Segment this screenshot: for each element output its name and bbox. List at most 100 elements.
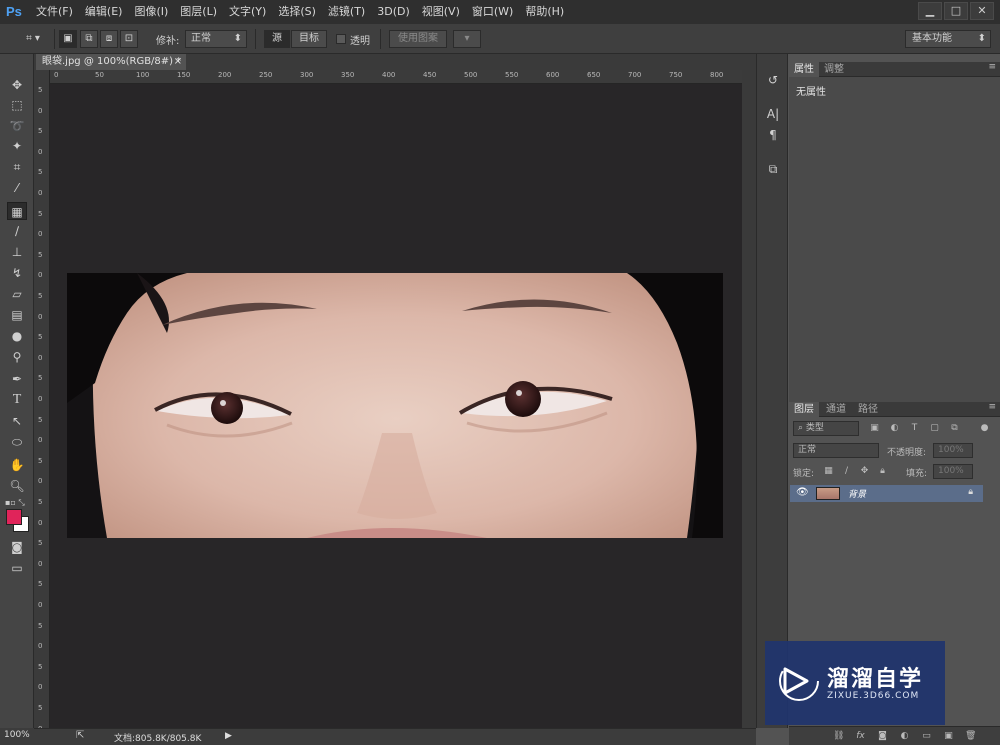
vertical-scrollbar[interactable] — [742, 70, 756, 728]
menu-filter[interactable]: 滤镜(T) — [322, 0, 371, 24]
ruler-tick-label: 500 — [464, 71, 478, 79]
character-panel-icon[interactable]: A| — [765, 106, 781, 122]
new-layer-icon[interactable]: ▣ — [943, 731, 954, 742]
filter-adjustment-icon[interactable]: ◐ — [889, 423, 900, 434]
blend-mode-select[interactable]: 正常 — [793, 443, 879, 458]
add-mask-icon[interactable]: ◙ — [877, 731, 888, 742]
paragraph-panel-icon[interactable]: ¶ — [765, 127, 781, 143]
brush-tool-icon[interactable]: ∕ — [7, 222, 27, 240]
fill-input[interactable]: 100% — [933, 464, 973, 479]
shape-tool-icon[interactable]: ⬭ — [7, 433, 27, 451]
history-brush-tool-icon[interactable]: ↯ — [7, 264, 27, 282]
tab-channels[interactable]: 通道 — [821, 402, 851, 417]
gradient-tool-icon[interactable]: ▤ — [7, 306, 27, 324]
menu-image[interactable]: 图像(I) — [128, 0, 174, 24]
patch-mode-select[interactable]: 正常 ⬍ — [185, 30, 247, 48]
patch-tool-icon[interactable]: ▦ — [7, 202, 27, 220]
tab-paths[interactable]: 路径 — [853, 402, 883, 417]
new-group-icon[interactable]: ▭ — [921, 731, 932, 742]
menu-window[interactable]: 窗口(W) — [466, 0, 519, 24]
search-icon: ⌕ — [798, 423, 806, 433]
zoom-tool-icon[interactable]: 🔍︎ — [7, 477, 27, 495]
screen-mode-icon[interactable]: ▭ — [7, 559, 27, 577]
filter-shape-icon[interactable]: ▢ — [929, 423, 940, 434]
lock-image-icon[interactable]: ∕ — [841, 466, 852, 477]
menu-type[interactable]: 文字(Y) — [223, 0, 272, 24]
target-button[interactable]: 目标 — [291, 30, 327, 48]
vertical-ruler[interactable]: 50505050505050505050505050505050 — [34, 70, 50, 733]
document-tab[interactable]: 眼袋.jpg @ 100%(RGB/8#) * × — [36, 54, 186, 70]
magic-wand-tool-icon[interactable]: ✦ — [7, 137, 27, 155]
zoom-level[interactable]: 100% — [4, 730, 30, 740]
use-pattern-button[interactable]: 使用图案 — [389, 30, 447, 48]
move-tool-icon[interactable]: ✥ — [7, 76, 27, 94]
menu-select[interactable]: 选择(S) — [272, 0, 322, 24]
default-colors-icon[interactable]: ▪▫ ⤡ — [5, 498, 25, 508]
marquee-tool-icon[interactable]: ⬚ — [7, 96, 27, 114]
layer-row[interactable]: 👁︎ 背景 🔒︎ — [790, 485, 983, 502]
menu-help[interactable]: 帮助(H) — [519, 0, 570, 24]
link-layers-icon[interactable]: ⛓ — [833, 731, 844, 742]
clone-stamp-tool-icon[interactable]: ⊥ — [7, 243, 27, 261]
panel-menu-icon[interactable]: ≡ — [988, 402, 996, 412]
horizontal-ruler[interactable]: 0 50 100 150 200 250 300 350 400 450 500 550 600 650 7… — [50, 70, 742, 84]
ruler-tick-label: 5 — [38, 662, 43, 671]
close-tab-icon[interactable]: × — [174, 54, 182, 70]
filter-type-icon[interactable]: T — [909, 423, 920, 434]
selection-new-button[interactable]: ▣ — [59, 30, 77, 48]
filter-toggle-icon[interactable]: ● — [979, 423, 990, 434]
document-image[interactable] — [67, 273, 723, 538]
history-panel-icon[interactable]: ↺ — [765, 72, 781, 88]
lock-transparent-icon[interactable]: ▦ — [823, 466, 834, 477]
filter-smart-object-icon[interactable]: ⧉ — [949, 423, 960, 434]
type-tool-icon[interactable]: T — [7, 391, 27, 409]
tool-preset-picker[interactable]: ⌗ ▾ — [18, 30, 48, 48]
close-button[interactable]: ✕ — [970, 2, 994, 20]
delete-layer-icon[interactable]: 🗑︎ — [965, 731, 976, 742]
layer-name[interactable]: 背景 — [848, 487, 866, 500]
dodge-tool-icon[interactable]: ⚲ — [7, 348, 27, 366]
menu-layer[interactable]: 图层(L) — [174, 0, 223, 24]
transparent-checkbox[interactable] — [336, 34, 346, 44]
layer-style-icon[interactable]: fx — [855, 731, 866, 742]
menu-edit[interactable]: 编辑(E) — [79, 0, 129, 24]
hand-tool-icon[interactable]: ✋ — [7, 456, 27, 474]
layer-filter-value: 类型 — [805, 423, 824, 433]
selection-add-button[interactable]: ⧉ — [80, 30, 98, 48]
filter-pixel-icon[interactable]: ▣ — [869, 423, 880, 434]
path-selection-tool-icon[interactable]: ↖ — [7, 412, 27, 430]
quick-mask-icon[interactable]: ◙ — [7, 538, 27, 556]
foreground-color-swatch[interactable] — [6, 509, 22, 525]
minimize-button[interactable]: ▁ — [918, 2, 942, 20]
maximize-button[interactable]: □ — [944, 2, 968, 20]
ruler-tick-label: 750 — [669, 71, 683, 79]
layer-filter-select[interactable]: ⌕ 类型 — [793, 421, 859, 436]
eye-visibility-icon[interactable]: 👁︎ — [796, 487, 809, 498]
pen-tool-icon[interactable]: ✒ — [7, 370, 27, 388]
select-arrows-icon: ⬍ — [977, 33, 986, 44]
menu-view[interactable]: 视图(V) — [416, 0, 466, 24]
eraser-tool-icon[interactable]: ▱ — [7, 285, 27, 303]
menu-file[interactable]: 文件(F) — [30, 0, 79, 24]
selection-subtract-button[interactable]: ⧈ — [100, 30, 118, 48]
status-menu-arrow-icon[interactable]: ▶ — [225, 731, 232, 741]
opacity-input[interactable]: 100% — [933, 443, 973, 458]
source-button[interactable]: 源 — [264, 30, 290, 48]
menu-3d[interactable]: 3D(D) — [371, 0, 416, 24]
clone-source-panel-icon[interactable]: ⧉ — [765, 161, 781, 177]
crop-tool-icon[interactable]: ⌗ — [7, 158, 27, 176]
lasso-tool-icon[interactable]: ➰ — [7, 117, 27, 135]
lock-position-icon[interactable]: ✥ — [859, 466, 870, 477]
pattern-picker[interactable]: ▾ — [453, 30, 481, 48]
tab-layers[interactable]: 图层 — [789, 402, 819, 417]
export-icon[interactable]: ⇱ — [76, 730, 84, 741]
adjustment-layer-icon[interactable]: ◐ — [899, 731, 910, 742]
blur-tool-icon[interactable]: ● — [7, 327, 27, 345]
workspace-select[interactable]: 基本功能 ⬍ — [905, 30, 991, 48]
tab-properties[interactable]: 属性 — [789, 62, 819, 77]
eyedropper-tool-icon[interactable]: ⁄ — [7, 179, 27, 197]
selection-intersect-button[interactable]: ⊡ — [120, 30, 138, 48]
lock-all-icon[interactable]: 🔒︎ — [877, 466, 888, 477]
panel-menu-icon[interactable]: ≡ — [988, 62, 996, 72]
tab-adjustments[interactable]: 调整 — [819, 62, 849, 77]
